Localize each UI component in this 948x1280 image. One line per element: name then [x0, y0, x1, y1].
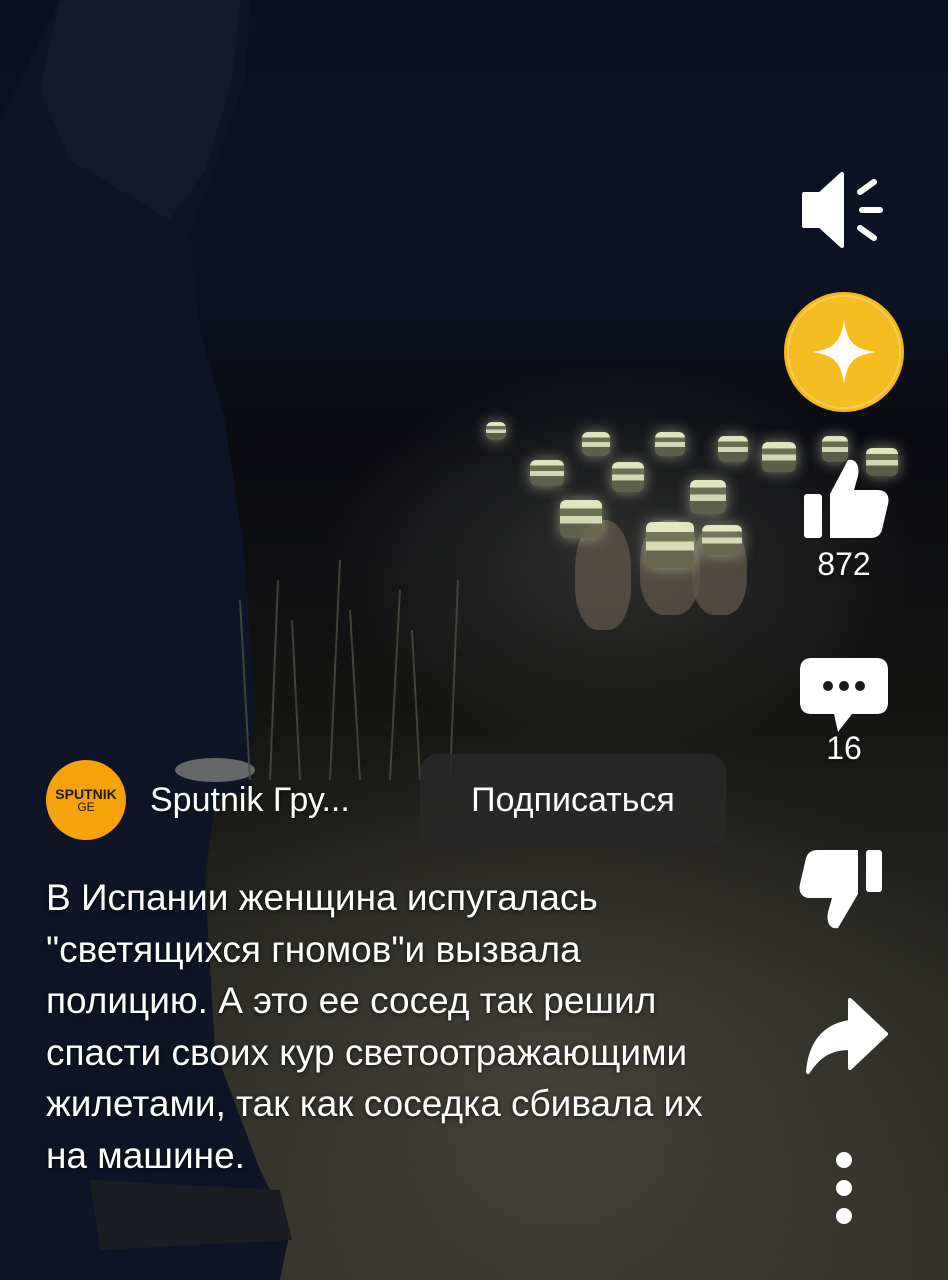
share-arrow-icon	[806, 998, 888, 1074]
vertical-dots-icon	[836, 1152, 852, 1224]
channel-name[interactable]: Sputnik Гру...	[150, 781, 390, 820]
thumbs-down-icon	[799, 850, 882, 929]
avatar-logo-text: SPUTNIK	[55, 785, 117, 802]
sparkle-icon	[784, 292, 904, 412]
grass-patch	[239, 559, 459, 780]
like-button[interactable]: 872	[794, 452, 894, 583]
speaker-icon	[802, 172, 883, 248]
thumbs-up-icon	[804, 459, 889, 538]
comment-count: 16	[826, 730, 862, 766]
video-description: В Испании женщина испугалась "светящихся…	[46, 877, 703, 1176]
like-count: 872	[817, 546, 871, 582]
avatar-logo-subtext: GE	[77, 799, 95, 814]
dislike-button[interactable]	[798, 846, 888, 936]
subscribe-button[interactable]: Подписаться	[420, 754, 726, 846]
video-player[interactable]: 872 16 SPUTNIK GE Sputnik Гру... Подписа…	[0, 0, 948, 1280]
sound-button[interactable]	[798, 164, 890, 256]
comment-bubble-icon	[800, 658, 888, 732]
channel-row: SPUTNIK GE Sputnik Гру... Подписаться	[46, 754, 726, 846]
ai-assistant-button[interactable]	[782, 290, 906, 414]
channel-avatar[interactable]: SPUTNIK GE	[46, 760, 126, 840]
share-button[interactable]	[800, 992, 890, 1082]
comments-button[interactable]: 16	[794, 654, 894, 767]
more-options-button[interactable]	[822, 1146, 866, 1232]
